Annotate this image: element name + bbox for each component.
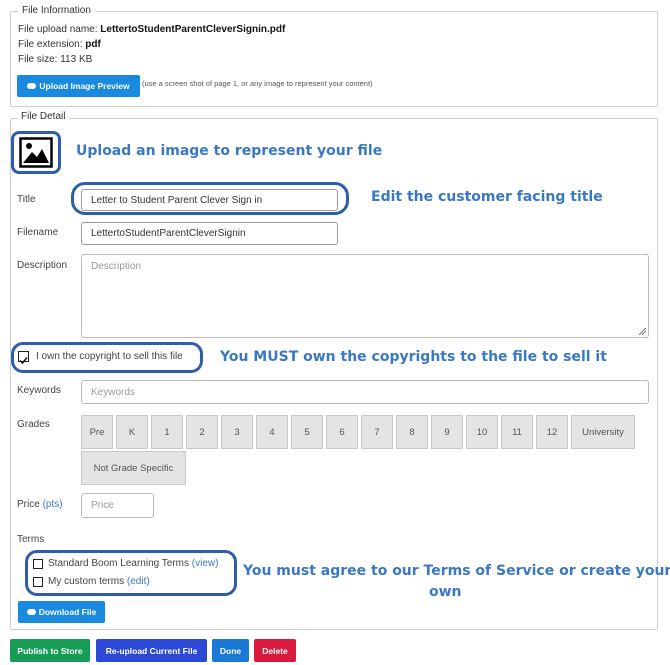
custom-terms-edit-link[interactable]: (edit): [127, 576, 150, 587]
grades-label: Grades: [17, 419, 50, 430]
standard-terms-checkbox[interactable]: [33, 559, 43, 569]
grade-button-7[interactable]: 7: [361, 415, 393, 449]
download-file-button[interactable]: Download File: [18, 601, 105, 623]
price-input[interactable]: Price: [81, 493, 154, 518]
title-input[interactable]: Letter to Student Parent Clever Sign in: [81, 189, 338, 211]
grade-button-not-grade-specific[interactable]: Not Grade Specific: [81, 451, 186, 485]
grade-button-12[interactable]: 12: [536, 415, 568, 449]
callout-upload-image: Upload an image to represent your file: [76, 143, 383, 159]
file-extension: File extension: pdf: [18, 39, 101, 50]
callout-terms-line1: You must agree to our Terms of Service o…: [243, 563, 670, 579]
title-label: Title: [17, 194, 36, 205]
description-label: Description: [17, 260, 68, 271]
description-textarea[interactable]: Description: [81, 254, 649, 338]
grade-button-4[interactable]: 4: [256, 415, 288, 449]
custom-terms-checkbox[interactable]: [33, 577, 43, 587]
highlight-oval-terms: [25, 550, 237, 596]
callout-terms-line2: own: [429, 584, 462, 600]
file-detail-legend: File Detail: [17, 111, 70, 122]
grade-button-1[interactable]: 1: [151, 415, 183, 449]
grade-button-11[interactable]: 11: [501, 415, 533, 449]
cloud-upload-icon: [27, 83, 37, 89]
grade-button-3[interactable]: 3: [221, 415, 253, 449]
standard-terms-view-link[interactable]: (view): [192, 558, 219, 569]
copyright-checkbox[interactable]: [18, 351, 29, 365]
publish-to-store-button[interactable]: Publish to Store: [10, 639, 90, 662]
custom-terms-label: My custom terms (edit): [48, 576, 150, 587]
delete-button[interactable]: Delete: [254, 639, 296, 662]
standard-terms-label: Standard Boom Learning Terms (view): [48, 558, 219, 569]
file-upload-name: File upload name: LettertoStudentParentC…: [18, 24, 286, 35]
grade-button-10[interactable]: 10: [466, 415, 498, 449]
price-label: Price (pts): [17, 499, 63, 510]
done-button[interactable]: Done: [212, 639, 249, 662]
upload-image-preview-button[interactable]: Upload Image Preview: [17, 75, 140, 97]
filename-label: Filename: [17, 227, 59, 238]
checkmark-icon: [19, 357, 28, 365]
keywords-input[interactable]: Keywords: [81, 380, 649, 404]
grade-button-9[interactable]: 9: [431, 415, 463, 449]
grade-button-5[interactable]: 5: [291, 415, 323, 449]
grade-button-k[interactable]: K: [116, 415, 148, 449]
image-placeholder-icon[interactable]: [19, 137, 53, 168]
keywords-label: Keywords: [17, 385, 61, 396]
terms-label: Terms: [17, 534, 45, 545]
resize-handle-icon[interactable]: [639, 328, 646, 335]
grade-button-8[interactable]: 8: [396, 415, 428, 449]
callout-edit-title: Edit the customer facing title: [371, 189, 603, 205]
file-size: File size: 113 KB: [18, 54, 93, 65]
filename-input[interactable]: LettertoStudentParentCleverSignin: [81, 222, 338, 245]
copyright-label: I own the copyright to sell this file: [36, 351, 183, 362]
callout-copyright: You MUST own the copyrights to the file …: [220, 349, 607, 365]
file-information-section: File Information File upload name: Lette…: [10, 5, 658, 107]
grade-button-6[interactable]: 6: [326, 415, 358, 449]
file-information-legend: File Information: [18, 5, 95, 16]
reupload-current-file-button[interactable]: Re-upload Current File: [96, 639, 207, 662]
grade-button-university[interactable]: University: [571, 415, 635, 449]
price-points-link[interactable]: (pts): [43, 499, 63, 510]
grade-button-pre[interactable]: Pre: [81, 415, 113, 449]
upload-preview-note: (use a screen shot of page 1, or any ima…: [142, 79, 373, 88]
cloud-download-icon: [26, 609, 36, 615]
grade-button-2[interactable]: 2: [186, 415, 218, 449]
